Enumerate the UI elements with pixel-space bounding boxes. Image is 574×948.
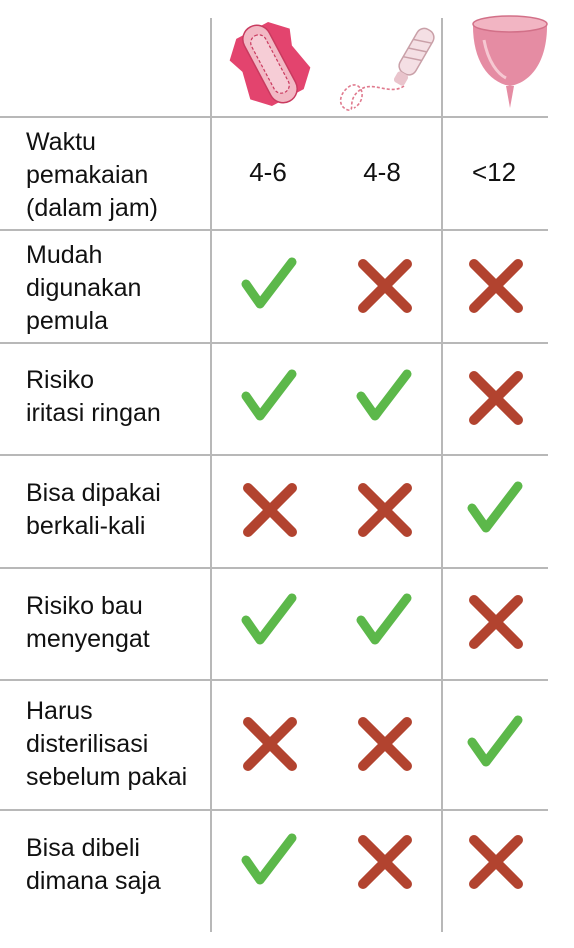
- row-label-reusable: Bisa dipakai berkali-kali: [26, 479, 161, 540]
- cross-icon: [243, 483, 297, 537]
- cross-icon: [358, 259, 412, 313]
- cross-icon: [358, 717, 412, 771]
- cross-icon: [358, 483, 412, 537]
- cross-icon: [469, 259, 523, 313]
- wear-time-cup: <12: [471, 157, 517, 187]
- check-icon: [241, 593, 297, 645]
- cross-icon: [358, 835, 412, 889]
- check-icon: [356, 369, 412, 421]
- check-icon: [467, 715, 523, 767]
- check-icon: [241, 833, 297, 885]
- cross-icon: [469, 835, 523, 889]
- cross-icon: [469, 595, 523, 649]
- check-icon: [467, 481, 523, 533]
- check-icon: [356, 593, 412, 645]
- wear-time-pad: 4-6: [249, 157, 287, 187]
- row-label-wear-time: Waktu pemakaian (dalam jam): [26, 128, 158, 222]
- row-label-irritation-risk: Risiko iritasi ringan: [26, 366, 161, 427]
- row-label-sterilize: Harus disterilisasi sebelum pakai: [26, 697, 188, 791]
- wear-time-tampon: 4-8: [363, 157, 401, 187]
- cross-icon: [469, 371, 523, 425]
- cross-icon: [243, 717, 297, 771]
- sanitary-pad-icon: [229, 21, 311, 107]
- row-label-availability: Bisa dibeli dimana saja: [26, 834, 161, 895]
- row-label-beginner-friendly: Mudah digunakan pemula: [26, 241, 142, 335]
- menstrual-cup-icon: [472, 15, 548, 108]
- row-label-odor-risk: Risiko bau menyengat: [26, 592, 150, 653]
- tampon-icon: [339, 27, 435, 111]
- check-icon: [241, 369, 297, 421]
- check-icon: [241, 257, 297, 309]
